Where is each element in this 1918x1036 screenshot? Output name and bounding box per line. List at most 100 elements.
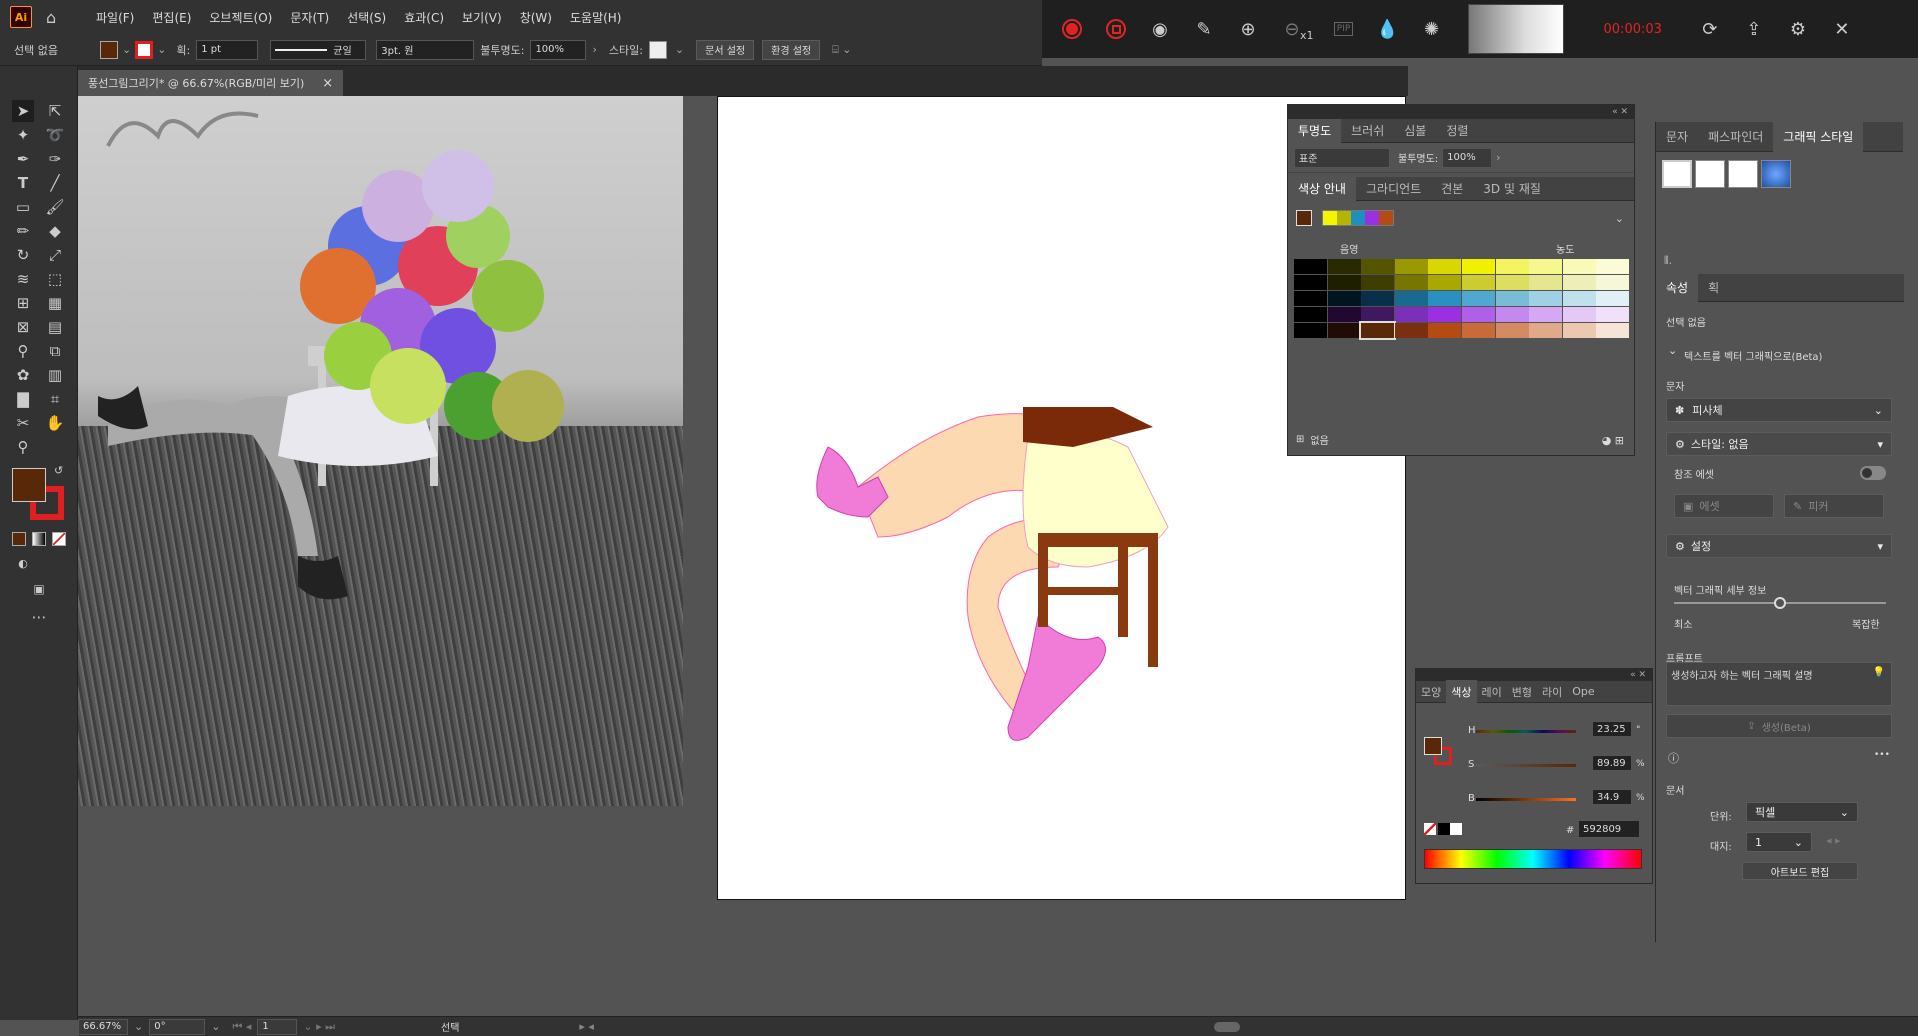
pencil-tool-icon[interactable]: ✏ [12, 220, 34, 242]
eraser-icon[interactable]: ◆ [44, 220, 66, 242]
none-mode-icon[interactable] [52, 532, 66, 546]
guide-swatch[interactable] [1327, 291, 1361, 306]
panel-fill-swatch[interactable] [1424, 737, 1442, 755]
close-tab-icon[interactable]: × [322, 76, 333, 91]
style-swatch[interactable] [648, 40, 667, 59]
guide-swatch[interactable] [1462, 291, 1495, 306]
export-icon[interactable]: ⇪ [1740, 15, 1768, 43]
guide-swatch[interactable] [1361, 291, 1395, 306]
style-swatch[interactable] [1695, 160, 1725, 188]
info-icon[interactable]: ⓘ [1668, 750, 1679, 766]
guide-swatch[interactable] [1562, 275, 1596, 290]
unit-dropdown[interactable]: 픽셀 ⌄ [1746, 802, 1858, 822]
preferences-button[interactable]: 환경 설정 [762, 39, 821, 60]
document-setup-button[interactable]: 문서 설정 [696, 39, 755, 60]
color-mode-icon[interactable] [12, 532, 26, 546]
color-spectrum[interactable] [1424, 849, 1642, 869]
slice-tool-icon[interactable]: ✂ [12, 412, 34, 434]
free-transform-icon[interactable]: ⬚ [44, 268, 66, 290]
detail-slider-thumb[interactable] [1774, 597, 1786, 609]
guide-swatch[interactable] [1428, 291, 1462, 306]
lasso-icon[interactable]: ➰ [44, 124, 66, 146]
harmony-dropdown[interactable]: ⌄ [1615, 212, 1624, 225]
chevron-right-icon[interactable]: › [592, 43, 596, 56]
guide-swatch[interactable] [1529, 275, 1563, 290]
guide-swatch[interactable] [1495, 275, 1529, 290]
guide-swatch[interactable] [1462, 307, 1495, 322]
chevron-down-icon[interactable]: ⌄ [134, 1020, 143, 1033]
blend-mode-dropdown[interactable]: 표준 [1294, 147, 1390, 168]
guide-swatch[interactable] [1294, 291, 1327, 306]
page-nav-next-icon[interactable]: ⌄ ▸ ⏭ [303, 1020, 335, 1034]
menu-edit[interactable]: 편집(E) [152, 9, 191, 26]
swatch-library-icon[interactable]: ⊞ [1296, 434, 1304, 445]
zoom-in-icon[interactable]: ⊕ [1234, 15, 1262, 43]
tab-properties[interactable]: 속성 [1656, 273, 1699, 302]
tab-color[interactable]: 색상 [1446, 679, 1477, 704]
tab-color-guide[interactable]: 색상 안내 [1288, 176, 1356, 201]
line-tool-icon[interactable]: ╱ [44, 172, 66, 194]
tab-layers[interactable]: 레이 [1477, 680, 1507, 704]
guide-swatch[interactable] [1394, 307, 1428, 322]
guide-swatch[interactable] [1327, 275, 1361, 290]
prompt-input[interactable]: 생성하고자 하는 벡터 그래픽 설명 💡 [1666, 662, 1892, 706]
tab-brushes[interactable]: 브러쉬 [1341, 119, 1394, 143]
guide-swatch[interactable] [1394, 259, 1428, 274]
guide-swatch[interactable] [1495, 323, 1529, 338]
tab-graphic-styles[interactable]: 그래픽 스타일 [1773, 121, 1864, 152]
tab-gradient[interactable]: 그라디언트 [1356, 177, 1431, 201]
b-slider[interactable] [1476, 798, 1576, 801]
settings-icon[interactable]: ⚙ [1784, 15, 1812, 43]
tab-stroke[interactable]: 획 [1698, 274, 1729, 302]
guide-swatch[interactable] [1294, 259, 1327, 274]
menu-file[interactable]: 파일(F) [96, 9, 134, 26]
pen-tool-icon[interactable]: ✒ [12, 148, 34, 170]
document-tab[interactable]: 풍선그림그리기* @ 66.67%(RGB/미리 보기) × [78, 70, 344, 96]
guide-swatch[interactable] [1327, 259, 1361, 274]
guide-swatch[interactable] [1294, 275, 1327, 290]
chevron-down-icon[interactable]: ⌄ [122, 43, 131, 56]
chevron-down-icon[interactable]: ⌄ [211, 1020, 220, 1033]
arrange-icon[interactable]: ⌸ ⌄ [832, 43, 851, 57]
zoom-tool-icon[interactable]: ⚲ [12, 436, 34, 458]
lightbulb-icon[interactable]: 💡 [1873, 667, 1885, 678]
guide-swatch[interactable] [1596, 323, 1630, 338]
style-library-icon[interactable]: ⫴. [1664, 254, 1672, 268]
white-swatch[interactable] [1450, 823, 1462, 835]
guide-swatch[interactable] [1529, 291, 1563, 306]
warp-tool-icon[interactable]: ≋ [12, 268, 34, 290]
fill-swatch[interactable] [99, 40, 118, 59]
settings-section[interactable]: ⚙ 설정 ▾ [1666, 534, 1892, 558]
none-swatch[interactable] [1424, 823, 1436, 835]
guide-swatch[interactable] [1495, 307, 1529, 322]
guide-swatch[interactable] [1529, 259, 1563, 274]
artboard-nav-icon[interactable]: ◂ ▸ [1826, 834, 1841, 847]
draw-mode-icon[interactable]: ◐ [12, 552, 34, 574]
guide-swatch[interactable] [1529, 323, 1563, 338]
page-nav-prev-icon[interactable]: ⏮ ◂ [232, 1020, 251, 1034]
hex-field[interactable]: 592809 [1578, 820, 1640, 838]
guide-swatch[interactable] [1361, 307, 1395, 322]
guide-swatch[interactable] [1428, 275, 1462, 290]
guide-swatch[interactable] [1428, 307, 1462, 322]
page-field[interactable]: 1 [257, 1018, 298, 1035]
panel-opacity-field[interactable]: 100% [1442, 147, 1493, 168]
tab-character[interactable]: 문자 [1656, 122, 1698, 152]
more-tools-icon[interactable]: ⋯ [28, 606, 50, 628]
curvature-tool-icon[interactable]: ✑ [44, 148, 66, 170]
panel-collapse-icon[interactable]: « ✕ [1288, 105, 1634, 119]
rectangle-tool-icon[interactable]: ▭ [12, 196, 34, 218]
selection-tool-icon[interactable]: ➤ [12, 100, 34, 122]
pip-icon[interactable]: PIP [1330, 15, 1358, 43]
h-slider[interactable] [1476, 730, 1576, 733]
artboard-tool-icon[interactable]: ⌗ [44, 388, 66, 410]
guide-swatch[interactable] [1327, 323, 1361, 338]
guide-swatch[interactable] [1596, 307, 1630, 322]
gradient-mode-icon[interactable] [32, 532, 46, 546]
menu-view[interactable]: 보기(V) [462, 9, 502, 26]
black-swatch[interactable] [1438, 823, 1450, 835]
menu-window[interactable]: 창(W) [520, 9, 552, 26]
fill-color-swatch[interactable] [12, 468, 46, 502]
guide-swatch[interactable] [1596, 275, 1630, 290]
bar-graph-icon[interactable]: ▇ [12, 388, 34, 410]
